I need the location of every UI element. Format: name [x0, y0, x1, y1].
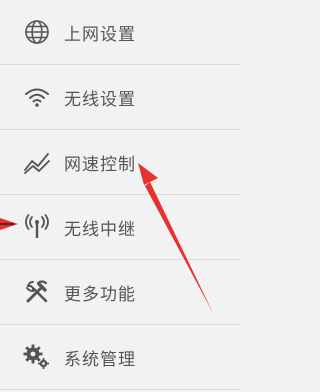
- menu-item-label: 系统管理: [64, 349, 136, 370]
- menu-item-label: 无线中继: [64, 219, 136, 240]
- menu-item-label: 更多功能: [64, 284, 136, 305]
- globe-icon: [22, 17, 52, 47]
- wifi-icon: [22, 82, 52, 112]
- tools-icon: [22, 277, 52, 307]
- menu-item-label: 无线设置: [64, 89, 136, 110]
- menu-item-label: 上网设置: [64, 24, 136, 45]
- settings-menu: 上网设置 无线设置 网速控制 无线中继 更多功能 系统管理: [0, 0, 240, 392]
- menu-item-speed-control[interactable]: 网速控制: [0, 130, 240, 194]
- antenna-signal-icon: [22, 212, 52, 242]
- speed-chart-icon: [22, 147, 52, 177]
- menu-item-label: 网速控制: [64, 154, 136, 175]
- menu-item-internet-settings[interactable]: 上网设置: [0, 0, 240, 64]
- menu-item-more-features[interactable]: 更多功能: [0, 260, 240, 324]
- menu-item-wireless-settings[interactable]: 无线设置: [0, 65, 240, 129]
- gears-icon: [22, 342, 52, 372]
- menu-item-system-management[interactable]: 系统管理: [0, 325, 240, 389]
- divider: [0, 389, 240, 390]
- menu-item-wireless-relay[interactable]: 无线中继: [0, 195, 240, 259]
